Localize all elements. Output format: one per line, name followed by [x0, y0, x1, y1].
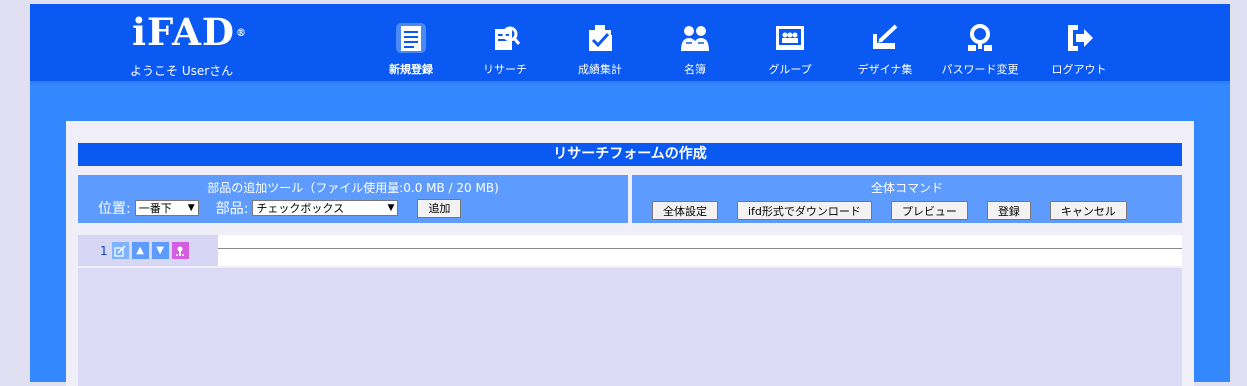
- form-item-row: 1 ▲ ▼: [78, 235, 1182, 266]
- download-ifd-button[interactable]: ifd形式でダウンロード: [737, 201, 872, 220]
- nav-designer[interactable]: デザイナ集: [844, 4, 926, 81]
- page-title: リサーチフォームの作成: [78, 143, 1182, 166]
- header-divider: [30, 81, 1230, 84]
- nav-roster[interactable]: 名簿: [654, 4, 736, 81]
- add-tool-controls: 位置: 一番下 ▼ 部品: チェックボックス ▼ 追加: [98, 198, 462, 218]
- move-down-icon[interactable]: ▼: [151, 242, 169, 259]
- part-select[interactable]: チェックボックス ▼: [252, 200, 399, 216]
- group-icon: [776, 26, 804, 50]
- header: iFAD® ようこそ Userさん 新規登録 リサーチ 成績集計 名簿 グループ…: [30, 4, 1230, 81]
- welcome-text: ようこそ Userさん: [130, 64, 234, 78]
- item-controls: 1 ▲ ▼: [78, 235, 218, 266]
- nav-research[interactable]: リサーチ: [464, 4, 546, 81]
- roster-icon: [681, 26, 709, 51]
- edit-icon[interactable]: [111, 242, 129, 259]
- form-editor: リサーチフォームの作成 部品の追加ツール（ファイル使用量:0.0 MB / 20…: [66, 121, 1194, 386]
- chevron-down-icon: ▼: [387, 203, 395, 213]
- chevron-down-icon: ▼: [187, 203, 195, 213]
- cancel-button[interactable]: キャンセル: [1049, 201, 1127, 220]
- item-divider: [218, 248, 1182, 249]
- designer-icon: [873, 24, 898, 49]
- research-icon: [495, 26, 521, 50]
- nav-password[interactable]: パスワード変更: [939, 4, 1021, 81]
- app-frame: iFAD® ようこそ Userさん 新規登録 リサーチ 成績集計 名簿 グループ…: [30, 4, 1230, 386]
- logout-icon: [1068, 25, 1093, 51]
- form-canvas: [78, 268, 1182, 386]
- delete-icon[interactable]: [171, 242, 189, 259]
- register-button[interactable]: 登録: [986, 201, 1031, 220]
- nav-group[interactable]: グループ: [749, 4, 831, 81]
- move-up-icon[interactable]: ▲: [131, 242, 149, 259]
- position-select[interactable]: 一番下 ▼: [134, 200, 199, 216]
- item-number: 1: [100, 243, 108, 258]
- global-commands-panel: 全体コマンド 全体設定 ifd形式でダウンロード プレビュー 登録 キャンセル: [632, 175, 1182, 223]
- preview-button[interactable]: プレビュー: [890, 201, 968, 220]
- global-commands-title: 全体コマンド: [870, 181, 943, 195]
- add-tool-title: 部品の追加ツール（ファイル使用量:0.0 MB / 20 MB): [207, 181, 499, 195]
- results-icon: [589, 25, 612, 51]
- nav-new-form[interactable]: 新規登録: [370, 4, 452, 81]
- part-label: 部品:: [215, 201, 249, 217]
- global-commands-buttons: 全体設定 ifd形式でダウンロード プレビュー 登録 キャンセル: [652, 201, 1146, 220]
- nav-logout[interactable]: ログアウト: [1038, 4, 1120, 81]
- new-form-icon: [396, 23, 426, 53]
- position-label: 位置:: [98, 201, 131, 217]
- logo: iFAD®: [132, 10, 247, 54]
- add-button[interactable]: 追加: [417, 198, 462, 218]
- nav-results[interactable]: 成績集計: [559, 4, 641, 81]
- global-settings-button[interactable]: 全体設定: [652, 201, 718, 220]
- add-tool-panel: 部品の追加ツール（ファイル使用量:0.0 MB / 20 MB) 位置: 一番下…: [78, 175, 628, 223]
- password-icon: [968, 24, 992, 51]
